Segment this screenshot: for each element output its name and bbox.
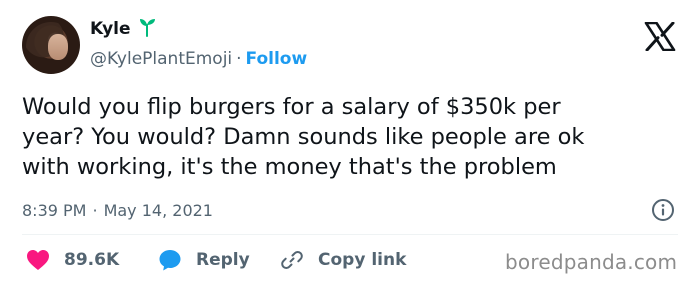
follow-button[interactable]: Follow: [246, 49, 308, 69]
heart-icon: [27, 250, 49, 270]
copy-link-button[interactable]: Copy link: [280, 248, 406, 272]
tweet-card: Kyle @KylePlantEmoji · Follow Would you fl…: [0, 0, 700, 287]
avatar-face: [48, 34, 68, 60]
link-icon: [281, 251, 303, 269]
tweet-timestamp[interactable]: 8:39 PM · May 14, 2021: [22, 201, 213, 221]
meta-separator: ·: [92, 201, 98, 220]
handle-row: @KylePlantEmoji · Follow: [90, 48, 307, 70]
info-icon[interactable]: [651, 198, 675, 222]
tweet-date: May 14, 2021: [103, 201, 213, 220]
x-logo-icon[interactable]: [644, 22, 676, 51]
like-count: 89.6K: [64, 250, 120, 270]
tweet-time: 8:39 PM: [22, 201, 87, 220]
reply-button[interactable]: Reply: [158, 248, 250, 272]
reply-label: Reply: [196, 250, 250, 270]
tweet-text: Would you flip burgers for a salary of $…: [22, 94, 585, 180]
reply-bubble-icon: [159, 250, 181, 271]
author-handle[interactable]: @KylePlantEmoji: [90, 49, 232, 69]
like-button[interactable]: 89.6K: [26, 248, 119, 272]
avatar[interactable]: [22, 16, 80, 74]
divider: [22, 234, 678, 235]
handle-separator: ·: [236, 49, 242, 69]
watermark: boredpanda.com: [505, 250, 678, 274]
copy-link-label: Copy link: [318, 250, 407, 270]
seedling-icon: [140, 19, 155, 37]
author-name[interactable]: Kyle: [90, 18, 131, 40]
